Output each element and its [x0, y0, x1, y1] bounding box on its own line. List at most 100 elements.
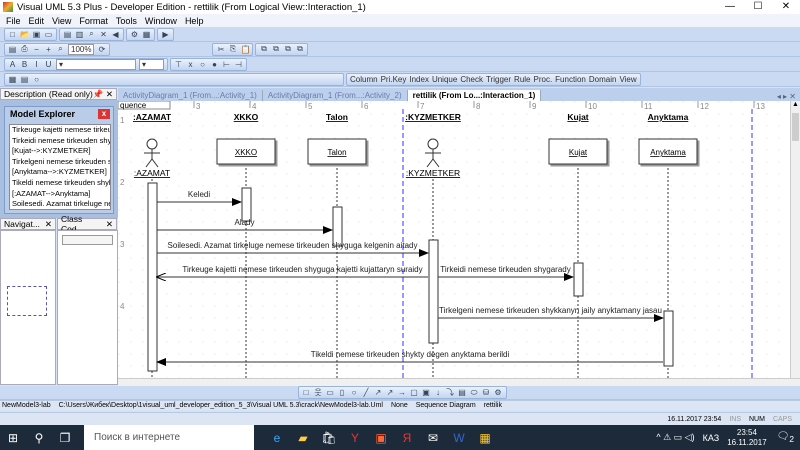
- bar-icon[interactable]: ⊢: [222, 60, 231, 69]
- search-icon[interactable]: ⚲: [26, 431, 52, 445]
- menu-edit[interactable]: Edit: [29, 16, 45, 26]
- class-icon[interactable]: ⧉: [295, 44, 304, 54]
- arrow-icon[interactable]: ↗: [386, 388, 395, 397]
- zoom-select[interactable]: 100%: [68, 43, 95, 55]
- print-icon[interactable]: ⎙: [20, 44, 29, 54]
- menu-window[interactable]: Window: [145, 16, 177, 26]
- list-item[interactable]: Tirkeidi nemese tirkeuden shygara: [12, 136, 110, 147]
- activation-bar[interactable]: [241, 187, 252, 222]
- down-icon[interactable]: ↓: [434, 388, 443, 397]
- db-view-button[interactable]: View: [619, 75, 636, 84]
- open-icon[interactable]: 📂: [20, 30, 30, 39]
- report-icon[interactable]: ▦: [142, 30, 151, 39]
- db-index-button[interactable]: Index: [409, 75, 429, 84]
- link-icon[interactable]: ⤵: [446, 387, 455, 398]
- tab-activity-diagram-2[interactable]: ActivityDiagram_1 (From...:Activity_2): [263, 90, 408, 101]
- explorer-icon[interactable]: ▰: [290, 431, 316, 445]
- back-icon[interactable]: ◀: [111, 30, 120, 39]
- notes-icon[interactable]: ▥: [75, 30, 84, 39]
- actor-icon[interactable]: 웃: [314, 387, 323, 398]
- visual-uml-icon[interactable]: ▦: [472, 431, 498, 445]
- delete-icon[interactable]: ✕: [99, 30, 108, 39]
- edge-icon[interactable]: e: [264, 431, 290, 445]
- close-button[interactable]: ✕: [772, 0, 800, 14]
- language-indicator[interactable]: КАЗ: [703, 433, 720, 443]
- activation-bar[interactable]: [428, 239, 439, 344]
- db-icon[interactable]: ⛁: [482, 388, 491, 397]
- db-trigger-button[interactable]: Trigger: [486, 75, 511, 84]
- menu-file[interactable]: File: [6, 16, 21, 26]
- font-color-icon[interactable]: A: [8, 60, 17, 69]
- arrow-icon[interactable]: ↗: [374, 388, 383, 397]
- grid-icon[interactable]: ▦: [8, 75, 17, 84]
- horizontal-scrollbar[interactable]: [118, 378, 800, 386]
- ellipse-icon[interactable]: ○: [350, 388, 359, 397]
- class-icon[interactable]: ⧉: [259, 44, 268, 54]
- taskbar-search-input[interactable]: Поиск в интернете: [84, 425, 254, 450]
- list-item[interactable]: Soilesedi. Azamat tirkeluge nemes: [12, 199, 110, 209]
- copy-icon[interactable]: ⎘: [228, 44, 237, 54]
- store-icon[interactable]: 🛍: [316, 431, 342, 445]
- close-icon[interactable]: ✕: [45, 219, 52, 230]
- list-item[interactable]: [Kujat-->:KYZMETKER]: [12, 146, 110, 157]
- bold-icon[interactable]: B: [20, 60, 29, 69]
- db-prikey-button[interactable]: Pri.Key: [381, 75, 407, 84]
- menu-tools[interactable]: Tools: [116, 16, 137, 26]
- list-item[interactable]: Tikeldi nemese tirkeuden shykty d: [12, 178, 110, 189]
- message-icon[interactable]: →: [398, 388, 407, 397]
- yandex-icon[interactable]: Я: [394, 431, 420, 445]
- object-icon[interactable]: ▭: [326, 388, 335, 397]
- new-icon[interactable]: □: [8, 30, 17, 39]
- new-doc-icon[interactable]: ▭: [44, 30, 53, 39]
- windows-start-icon[interactable]: ⊞: [0, 431, 26, 445]
- pin-icon[interactable]: ⊤: [174, 60, 183, 69]
- activation-bar[interactable]: [573, 262, 584, 297]
- menu-help[interactable]: Help: [185, 16, 204, 26]
- db-domain-button[interactable]: Domain: [589, 75, 617, 84]
- align-icon[interactable]: ▤: [20, 75, 29, 84]
- gear-icon[interactable]: ⚙: [494, 388, 503, 397]
- zoom-out-icon[interactable]: −: [32, 45, 41, 54]
- model-explorer-list[interactable]: Tirkeuge kajetti nemese tirkeuden Tirkei…: [9, 124, 111, 210]
- zoom-icon[interactable]: ⌕: [56, 44, 65, 54]
- menu-format[interactable]: Format: [79, 16, 108, 26]
- zoom-in-icon[interactable]: +: [44, 45, 53, 54]
- print-preview-icon[interactable]: ▤: [8, 45, 17, 54]
- scroll-thumb[interactable]: [792, 113, 799, 141]
- mail-icon[interactable]: ✉: [420, 431, 446, 445]
- tool-icon[interactable]: ⚙: [130, 30, 139, 39]
- scroll-up-icon[interactable]: ▲: [791, 101, 800, 111]
- bar-icon[interactable]: ⊣: [234, 60, 243, 69]
- mark-icon[interactable]: x: [186, 60, 195, 69]
- db-function-button[interactable]: Function: [555, 75, 586, 84]
- yandex-browser-icon[interactable]: Y: [342, 431, 368, 445]
- underline-icon[interactable]: U: [44, 60, 53, 69]
- class-icon[interactable]: ⧉: [271, 44, 280, 54]
- db-rule-button[interactable]: Rule: [514, 75, 530, 84]
- minimize-button[interactable]: —: [716, 0, 744, 14]
- close-icon[interactable]: x: [98, 109, 110, 119]
- list-item[interactable]: Tirkelgeni nemese tirkeuden shyk: [12, 157, 110, 168]
- class-icon[interactable]: ⧉: [283, 44, 292, 54]
- font-select[interactable]: ▾: [56, 58, 136, 70]
- italic-icon[interactable]: I: [32, 60, 41, 69]
- close-icon[interactable]: ✕: [106, 219, 113, 230]
- list-item[interactable]: Tirkeuge kajetti nemese tirkeuden: [12, 125, 110, 136]
- menu-view[interactable]: View: [52, 16, 71, 26]
- save-icon[interactable]: ▣: [32, 30, 41, 39]
- activation-bar[interactable]: [663, 310, 674, 367]
- task-view-icon[interactable]: ❐: [52, 431, 78, 445]
- vertical-scrollbar[interactable]: ▲: [790, 101, 800, 378]
- db-column-button[interactable]: Column: [350, 75, 378, 84]
- line-icon[interactable]: ╱: [362, 388, 371, 397]
- dot-icon[interactable]: ●: [210, 60, 219, 69]
- note-icon[interactable]: ▯: [338, 388, 347, 397]
- paste-icon[interactable]: 📋: [240, 45, 250, 54]
- sequence-diagram-canvas[interactable]: 23456789101112131234 quence :AZAMAT:AZAM…: [118, 101, 790, 378]
- rect-icon[interactable]: ▣: [422, 388, 431, 397]
- activation-bar[interactable]: [147, 182, 158, 372]
- notifications-icon[interactable]: 🗨2: [777, 431, 794, 444]
- list-item[interactable]: [Anyktama-->:KYZMETKER]: [12, 167, 110, 178]
- word-icon[interactable]: W: [446, 431, 472, 445]
- tab-nav-icon[interactable]: ◂ ▸ ✕: [777, 92, 800, 101]
